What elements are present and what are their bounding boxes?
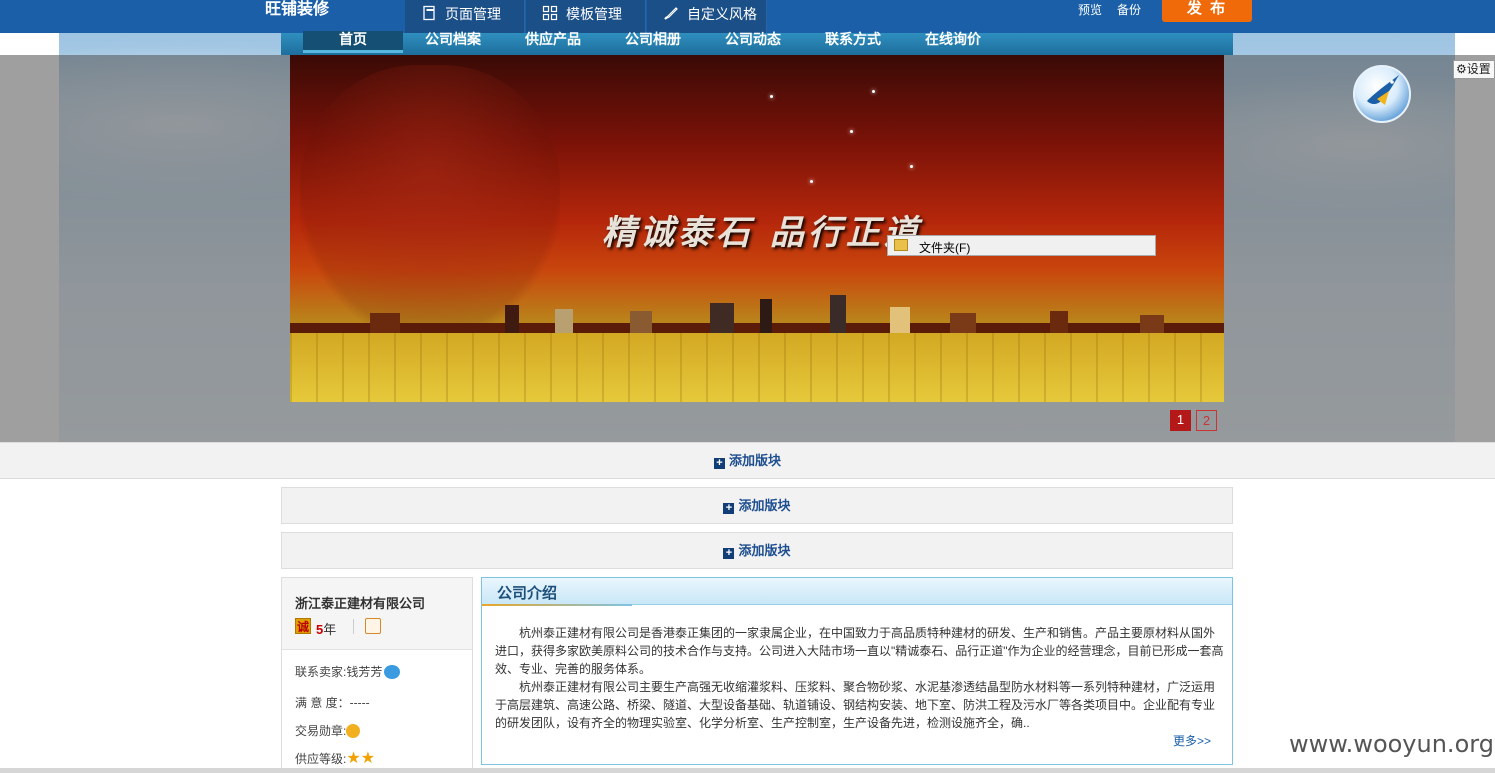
membership-years: 5年 bbox=[316, 619, 336, 638]
star-decoration bbox=[872, 90, 875, 93]
plaza-floor-image bbox=[290, 333, 1224, 402]
star-icon: ★ bbox=[346, 749, 361, 767]
level-label: 供应等级: bbox=[295, 752, 347, 766]
add-block-button[interactable]: + 添加版块 bbox=[281, 532, 1233, 569]
credit-badge-icon: 诚 bbox=[295, 618, 311, 634]
watermark: www.wooyun.org bbox=[1289, 730, 1494, 758]
more-link[interactable]: 更多>> bbox=[1173, 732, 1211, 749]
medal-label: 交易勋章: bbox=[295, 724, 347, 738]
nav-item-profile[interactable]: 公司档案 bbox=[403, 31, 503, 53]
years-unit: 年 bbox=[323, 622, 337, 637]
banner-page-1[interactable]: 1 bbox=[1170, 410, 1191, 431]
company-intro-header: 公司介绍 bbox=[482, 578, 1232, 606]
divider bbox=[353, 619, 354, 634]
preview-link[interactable]: 预览 bbox=[1078, 0, 1102, 20]
settings-button[interactable]: ⚙设置 bbox=[1453, 60, 1495, 79]
nav-item-home[interactable]: 首页 bbox=[303, 31, 403, 53]
nav-item-contact[interactable]: 联系方式 bbox=[803, 31, 903, 53]
main-nav: 首页 公司档案 供应产品 公司相册 公司动态 联系方式 在线询价 bbox=[281, 31, 1233, 55]
folder-icon bbox=[894, 239, 908, 251]
company-name[interactable]: 浙江泰正建材有限公司 bbox=[295, 593, 425, 612]
banner-page-2[interactable]: 2 bbox=[1196, 410, 1217, 431]
intro-paragraph: 杭州泰正建材有限公司主要生产高强无收缩灌浆料、压浆料、聚合物砂浆、水泥基渗透结晶… bbox=[495, 680, 1216, 730]
company-intro-module: 公司介绍 杭州泰正建材有限公司是香港泰正集团的一家隶属企业，在中国致力于高品质特… bbox=[481, 577, 1233, 765]
company-intro-title: 公司介绍 bbox=[497, 585, 558, 602]
star-decoration bbox=[910, 165, 913, 168]
custom-style-label: 自定义风格 bbox=[687, 6, 757, 22]
gear-icon: ⚙ bbox=[1456, 62, 1467, 76]
context-menu-item-folder[interactable]: 文件夹(F) bbox=[919, 239, 970, 256]
bird-logo-icon[interactable] bbox=[1353, 65, 1411, 123]
custom-style-button[interactable]: 自定义风格 bbox=[647, 0, 767, 33]
add-block-button[interactable]: + 添加版块 bbox=[281, 487, 1233, 524]
page-manage-label: 页面管理 bbox=[445, 6, 501, 22]
nav-item-album[interactable]: 公司相册 bbox=[603, 31, 703, 53]
brand-title: 旺铺装修 bbox=[265, 1, 330, 18]
publish-button[interactable]: 发 布 bbox=[1162, 0, 1252, 22]
company-info-panel: 浙江泰正建材有限公司 诚 5年 联系卖家:钱芳芳 满 意 度：----- 交易勋… bbox=[281, 577, 473, 773]
editor-toolbar: 旺铺装修 页面管理 模板管理 自定义风格 预览 备份 发 布 bbox=[0, 0, 1495, 33]
add-block-label: 添加版块 bbox=[738, 498, 791, 513]
page-manage-button[interactable]: 页面管理 bbox=[405, 0, 525, 33]
satisfaction-row: 满 意 度：----- bbox=[295, 694, 370, 711]
contact-label: 联系卖家: bbox=[295, 665, 347, 679]
add-block-button[interactable]: + 添加版块 bbox=[0, 442, 1495, 479]
grid-icon bbox=[542, 5, 558, 21]
satisfaction-value: ----- bbox=[349, 695, 370, 710]
city-skyline-image bbox=[290, 295, 1224, 335]
nav-item-inquiry[interactable]: 在线询价 bbox=[903, 31, 1003, 53]
star-decoration bbox=[810, 180, 813, 183]
backup-link[interactable]: 备份 bbox=[1117, 0, 1141, 20]
context-menu: 文件夹(F) bbox=[887, 235, 1156, 256]
contact-name: 钱芳芳 bbox=[346, 665, 383, 679]
company-info-header: 浙江泰正建材有限公司 诚 5年 bbox=[282, 578, 472, 650]
star-icon: ★ bbox=[360, 749, 376, 767]
intro-paragraph: 杭州泰正建材有限公司是香港泰正集团的一家隶属企业，在中国致力于高品质特种建材的研… bbox=[495, 626, 1224, 676]
bottom-divider bbox=[0, 768, 1495, 773]
plus-icon: + bbox=[713, 458, 725, 469]
bird-logo-icon bbox=[1367, 75, 1399, 105]
banner-slideshow[interactable]: 精诚泰石 品行正道 bbox=[290, 55, 1224, 402]
add-block-label: 添加版块 bbox=[738, 543, 791, 558]
medal-icon bbox=[346, 723, 361, 738]
certificate-icon[interactable] bbox=[365, 618, 381, 634]
nav-item-news[interactable]: 公司动态 bbox=[703, 31, 803, 53]
star-decoration bbox=[850, 130, 853, 133]
template-manage-button[interactable]: 模板管理 bbox=[526, 0, 646, 33]
star-decoration bbox=[770, 95, 773, 98]
add-block-label: 添加版块 bbox=[728, 453, 781, 468]
plus-icon: + bbox=[723, 548, 735, 559]
contact-row: 联系卖家:钱芳芳 bbox=[295, 663, 401, 680]
settings-label: 设置 bbox=[1466, 62, 1491, 76]
medal-row: 交易勋章: bbox=[295, 722, 361, 739]
title-underline bbox=[482, 604, 632, 606]
brush-icon bbox=[664, 7, 678, 20]
banner-slogan: 精诚泰石 品行正道 bbox=[602, 213, 922, 253]
satisfaction-label: 满 意 度： bbox=[295, 696, 350, 710]
plus-icon: + bbox=[723, 503, 735, 514]
level-row: 供应等级:★★ bbox=[295, 750, 375, 767]
page-icon bbox=[423, 5, 435, 21]
nav-item-products[interactable]: 供应产品 bbox=[503, 31, 603, 53]
template-manage-label: 模板管理 bbox=[566, 6, 622, 22]
chat-icon[interactable] bbox=[384, 664, 401, 679]
